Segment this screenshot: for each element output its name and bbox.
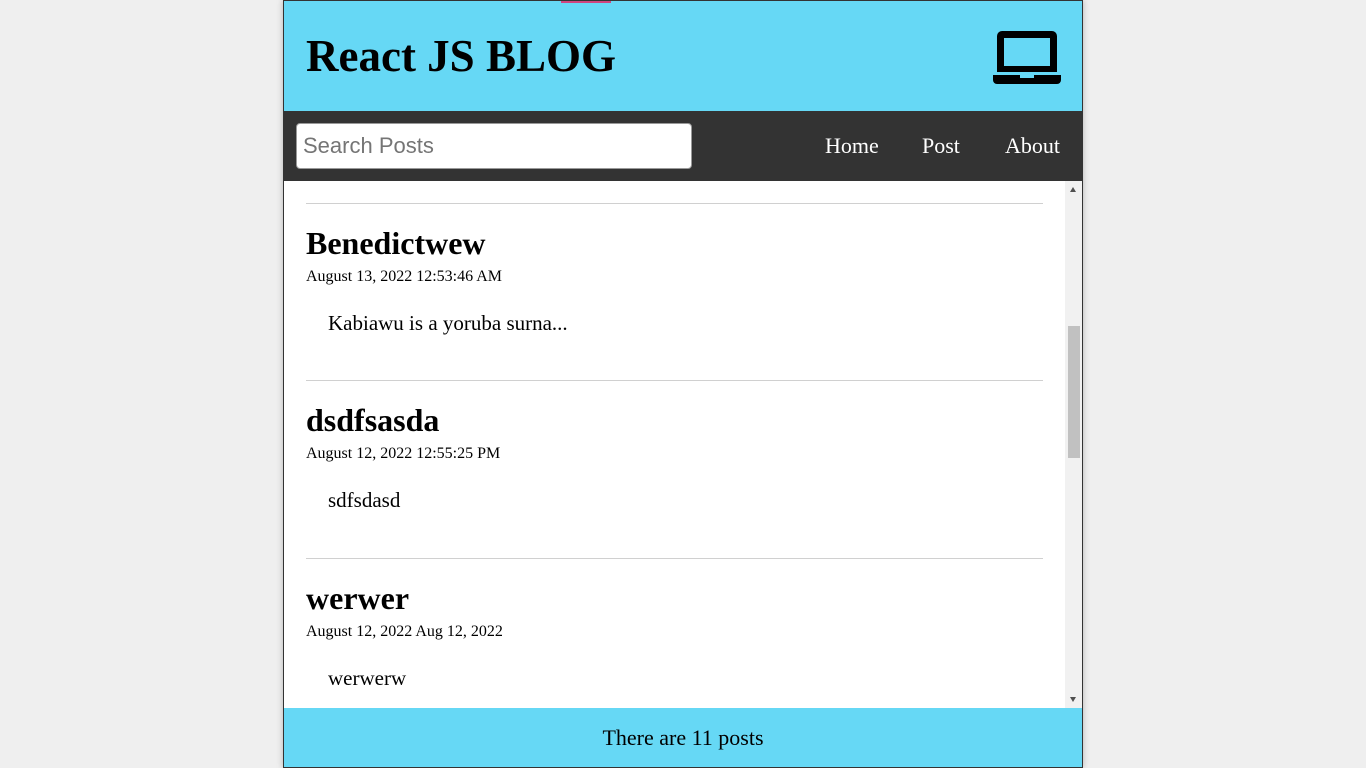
post-item[interactable]: Benedictwew August 13, 2022 12:53:46 AM … (306, 203, 1043, 335)
scroll-up-icon[interactable] (1070, 187, 1076, 192)
post-feed: Benedictwew August 13, 2022 12:53:46 AM … (284, 181, 1082, 708)
post-title[interactable]: werwer (306, 579, 409, 617)
post-title[interactable]: Benedictwew (306, 224, 486, 262)
post-body: Kabiawu is a yoruba surna... (328, 311, 568, 335)
search-input[interactable] (296, 123, 692, 169)
post-item[interactable]: dsdfsasda August 12, 2022 12:55:25 PM sd… (306, 380, 1043, 512)
scrollbar[interactable] (1065, 181, 1082, 708)
post-body: werwerw (328, 666, 407, 690)
navbar: Home Post About (284, 111, 1082, 181)
header: React JS BLOG (284, 1, 1082, 111)
app-window: React JS BLOG Home Post About Benedictwe… (283, 0, 1083, 768)
post-item[interactable]: werwer August 12, 2022 Aug 12, 2022 werw… (306, 558, 1043, 690)
scroll-thumb[interactable] (1068, 326, 1080, 458)
footer: There are 11 posts (284, 708, 1082, 767)
nav-link-post[interactable]: Post (922, 132, 960, 160)
post-date: August 13, 2022 12:53:46 AM (306, 268, 503, 285)
scroll-down-icon[interactable] (1070, 697, 1076, 702)
header-accent (561, 1, 611, 3)
post-body: sdfsdasd (328, 488, 401, 512)
post-date: August 12, 2022 12:55:25 PM (306, 445, 501, 462)
nav-link-about[interactable]: About (1005, 132, 1060, 160)
post-date: August 12, 2022 Aug 12, 2022 (306, 623, 503, 640)
laptop-icon (993, 31, 1061, 84)
post-count: There are 11 posts (602, 725, 764, 750)
nav-link-home[interactable]: Home (825, 132, 879, 160)
post-title[interactable]: dsdfsasda (306, 401, 439, 439)
site-title: React JS BLOG (306, 31, 616, 81)
